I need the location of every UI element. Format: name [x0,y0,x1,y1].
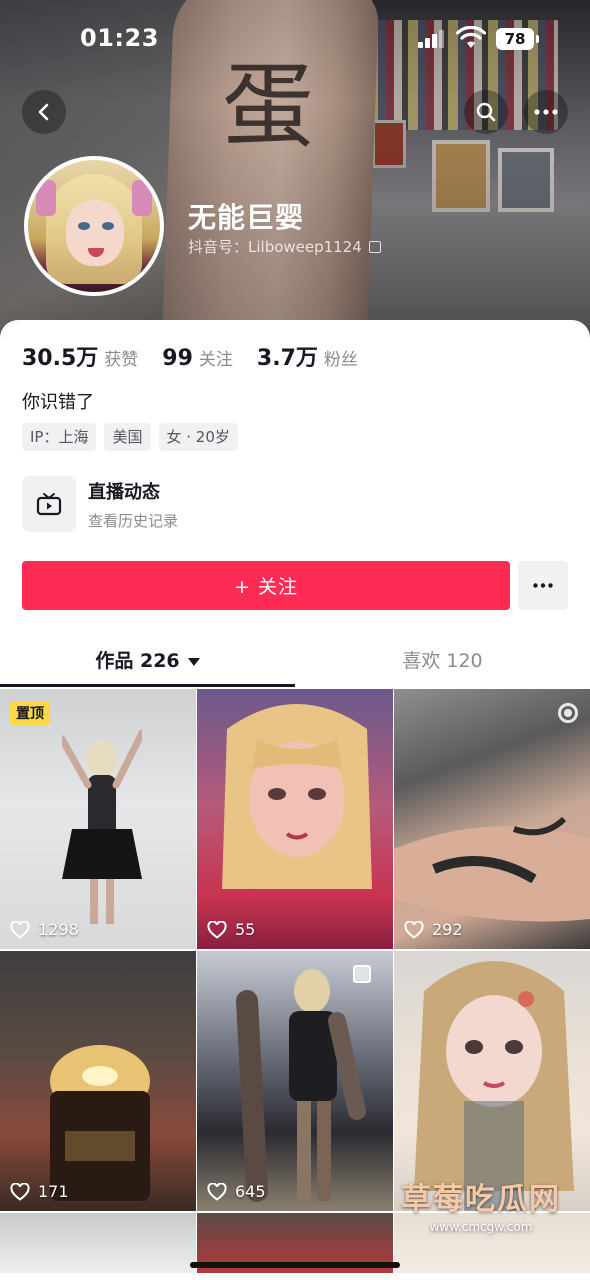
video-thumbnail[interactable]: 置顶 1298 [0,689,196,949]
copy-icon[interactable] [368,240,381,253]
watermark-url: www.cmcgw.com [429,1220,533,1234]
stat-following[interactable]: 99 关注 [162,345,233,371]
profile-stats: 30.5万 获赞 99 关注 3.7万 粉丝 [22,340,382,372]
thumbnail-figure [50,1045,150,1201]
thumbnail-figure [414,961,574,1211]
stat-value: 3.7万 [256,346,318,371]
video-thumbnail[interactable] [0,1213,196,1273]
video-likes: 55 [207,920,255,939]
video-likes: 1298 [10,920,79,939]
battery-icon: 78 [496,28,539,50]
live-subtitle: 查看历史记录 [88,511,179,530]
more-options-button[interactable] [524,90,568,134]
tab-works[interactable]: 作品 226 [0,638,295,688]
heart-icon [10,920,30,939]
search-icon [476,102,496,122]
video-likes: 645 [207,1182,266,1201]
thumbnail-figure [236,969,366,1202]
tv-icon [22,476,76,532]
home-indicator[interactable] [190,1262,400,1268]
heart-icon [10,1182,30,1201]
heart-icon [207,1182,227,1201]
chevron-left-icon [38,103,49,121]
video-likes: 171 [10,1182,69,1201]
like-count: 292 [432,920,463,939]
stat-label: 粉丝 [323,350,358,370]
thumbnail-figure [62,729,142,924]
tag-gender-age: 女 · 20岁 [158,423,238,451]
stat-value: 30.5万 [22,346,99,371]
status-time: 01:23 [80,24,159,52]
more-dots-icon [533,583,553,588]
caret-down-icon[interactable] [187,657,200,666]
watermark: 草莓吃瓜网 www.cmcgw.com [376,1174,586,1234]
avatar-eye [102,222,114,230]
wifi-icon [456,26,486,48]
video-likes: 292 [404,920,463,939]
like-count: 55 [235,920,256,939]
tab-indicator [0,684,295,687]
video-thumbnail[interactable]: 171 [0,951,196,1211]
stat-label: 获赞 [104,350,139,370]
avatar-bow [132,180,152,216]
profile-nickname: 无能巨婴 [188,201,305,234]
video-thumbnail[interactable]: 645 [197,951,393,1211]
stat-label: 关注 [198,350,233,370]
signal-icon [418,30,444,48]
stat-likes[interactable]: 30.5万 获赞 [22,340,138,372]
thumbnail-figure [394,816,590,922]
avatar-bow [36,180,56,216]
pinned-badge: 置顶 [10,701,50,725]
tab-works-label: 作品 226 [95,650,180,672]
like-count: 1298 [38,920,79,939]
heart-icon [207,920,227,939]
avatar[interactable] [24,156,164,296]
live-title: 直播动态 [88,481,160,503]
more-dots-icon [534,109,558,115]
douyin-id-text: 抖音号：Lilboweep1124 [188,238,362,256]
content-tabs: 作品 226 喜欢 120 [0,638,590,688]
profile-bio: 你识错了 [22,392,94,413]
tab-likes[interactable]: 喜欢 120 [295,638,590,688]
live-photo-icon [558,703,578,723]
follow-more-button[interactable] [518,561,568,610]
video-thumbnail[interactable]: 292 [394,689,590,949]
like-count: 171 [38,1182,69,1201]
heart-icon [404,920,424,939]
watermark-title: 草莓吃瓜网 [401,1182,561,1217]
profile-tags: IP：上海 美国 女 · 20岁 [22,423,238,451]
live-history-entry[interactable]: 直播动态 查看历史记录 [22,476,178,532]
video-thumbnail[interactable]: 55 [197,689,393,949]
tag-school: 美国 [104,423,151,451]
stat-value: 99 [162,346,193,371]
thumbnail-figure [222,704,372,889]
follow-button[interactable]: + 关注 [22,561,510,610]
avatar-eye [78,222,90,230]
tag-ip: IP：上海 [22,423,97,451]
back-button[interactable] [22,90,66,134]
video-thumbnail[interactable] [394,951,590,1211]
stat-followers[interactable]: 3.7万 粉丝 [257,340,358,372]
search-button[interactable] [464,90,508,134]
status-bar: 01:23 78 [0,0,590,80]
douyin-id[interactable]: 抖音号：Lilboweep1124 [188,236,381,257]
like-count: 645 [235,1182,266,1201]
